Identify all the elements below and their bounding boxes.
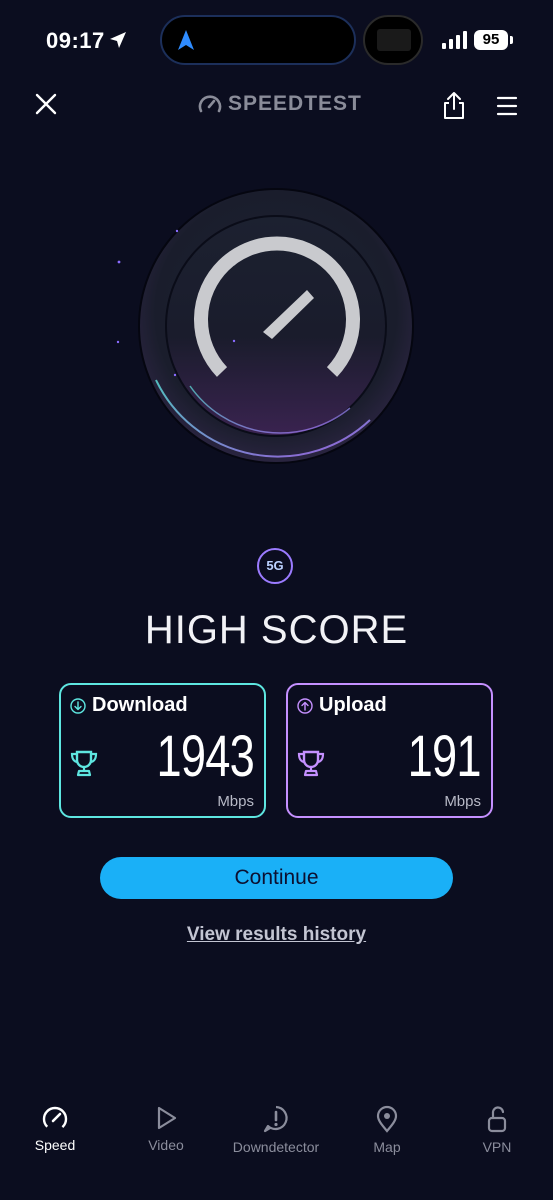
result-title: HIGH SCORE <box>144 608 409 652</box>
tab-video[interactable]: Video <box>111 1105 221 1155</box>
upload-arrow-icon <box>297 697 313 714</box>
dynamic-island-activity[interactable] <box>363 15 423 65</box>
trophy-icon <box>297 750 325 777</box>
battery-nub <box>510 36 513 44</box>
tab-map-label: Map <box>373 1139 401 1155</box>
map-pin-icon <box>376 1105 398 1133</box>
upload-header: Upload <box>297 694 387 717</box>
tab-speed-label: Speed <box>34 1137 76 1153</box>
tab-vpn-label: VPN <box>482 1139 512 1155</box>
activity-preview-thumbnail <box>377 29 411 51</box>
gauge-particle <box>175 229 179 233</box>
unlock-icon <box>487 1106 507 1133</box>
gauge-particle <box>232 262 236 266</box>
tab-video-label: Video <box>148 1137 184 1153</box>
upload-speed-value: 191 <box>407 724 482 789</box>
brand-name: SPEEDTEST <box>228 92 362 115</box>
gauge-particle <box>232 339 236 343</box>
download-header: Download <box>70 694 188 717</box>
download-speed-value: 1943 <box>156 724 254 789</box>
close-button[interactable] <box>32 90 60 118</box>
upload-result-card: Upload 191 Mbps <box>286 683 493 818</box>
speedometer-icon <box>42 1106 68 1131</box>
status-time: 09:17 <box>46 28 105 53</box>
download-label: Download <box>92 694 188 716</box>
gauge-particle <box>173 373 177 377</box>
download-result-card: Download 1943 Mbps <box>59 683 266 818</box>
download-unit: Mbps <box>217 793 254 810</box>
speed-gauge <box>116 188 414 464</box>
gauge-particle <box>116 340 120 344</box>
tab-speed[interactable]: Speed <box>0 1105 110 1155</box>
gauge-particle <box>117 260 121 264</box>
tab-map[interactable]: Map <box>332 1105 442 1157</box>
battery-icon: 95 <box>474 30 508 50</box>
share-button[interactable] <box>442 90 466 120</box>
continue-button[interactable]: Continue <box>100 857 453 899</box>
speedtest-logo: SPEEDTEST <box>198 92 362 116</box>
dynamic-island[interactable] <box>160 15 356 65</box>
view-results-history-link[interactable]: View results history <box>0 924 553 946</box>
upload-label: Upload <box>319 694 387 716</box>
alert-icon <box>263 1105 288 1133</box>
cellular-signal-icon <box>442 31 467 49</box>
tab-vpn[interactable]: VPN <box>442 1105 552 1157</box>
tab-downdetector[interactable]: Downdetector <box>221 1105 331 1157</box>
trophy-icon <box>70 750 98 777</box>
menu-button[interactable] <box>495 94 519 118</box>
tab-downdetector-label: Downdetector <box>232 1139 320 1155</box>
speedtest-logo-icon <box>198 95 222 113</box>
download-arrow-icon <box>70 697 86 714</box>
navigation-arrow-icon <box>178 30 194 50</box>
play-icon <box>157 1106 177 1130</box>
upload-unit: Mbps <box>444 793 481 810</box>
location-arrow-icon <box>110 32 126 48</box>
network-type-badge: 5G <box>257 548 293 584</box>
